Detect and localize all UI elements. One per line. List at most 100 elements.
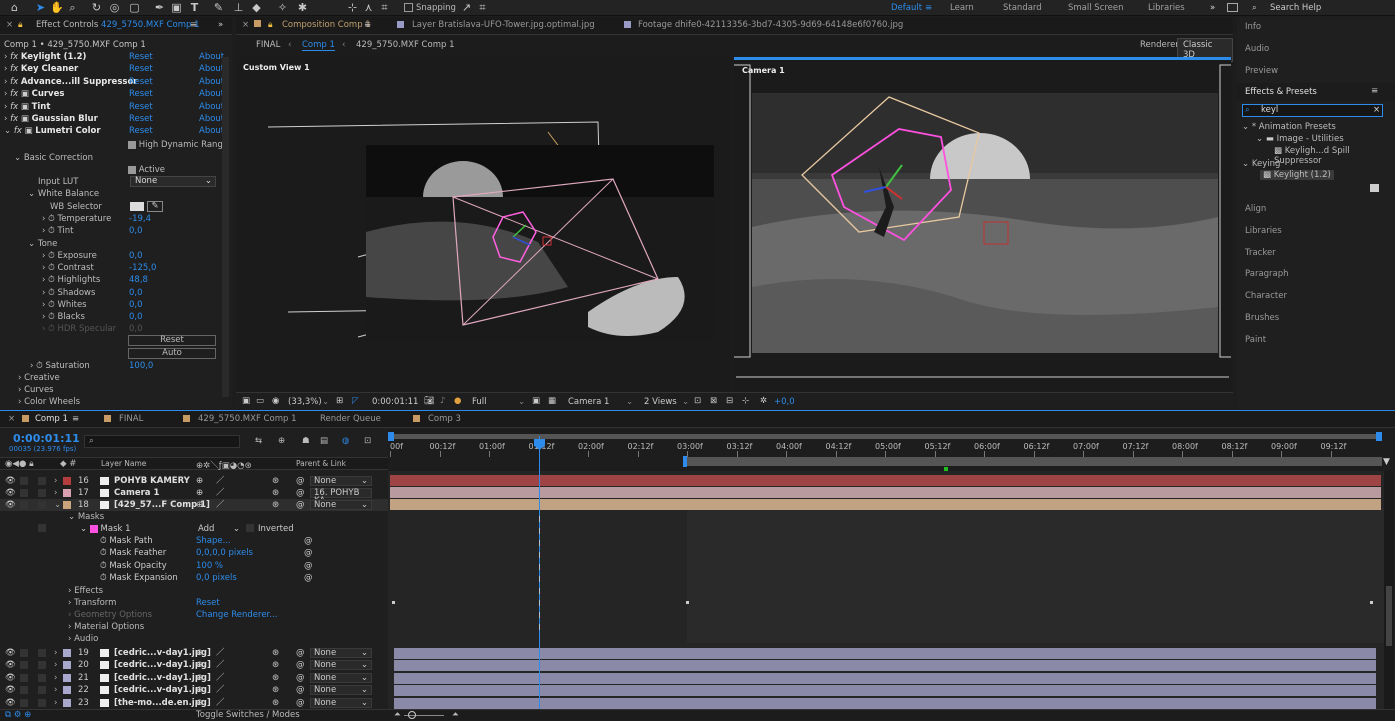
panel-character[interactable]: Character — [1245, 291, 1287, 301]
property-value[interactable]: 48,8 — [129, 274, 232, 286]
frame-blending-icon[interactable]: ▤ — [320, 436, 328, 446]
tree-animation-presets[interactable]: ⌄ * Animation Presets — [1242, 122, 1336, 132]
pickwhip-icon[interactable]: @ — [296, 684, 305, 696]
fast-previews-icon[interactable]: ⊠ — [710, 396, 717, 406]
eye-icon[interactable]: 👁︎ — [5, 475, 16, 487]
panel-paragraph[interactable]: Paragraph — [1245, 269, 1289, 279]
shy-switch-icon[interactable]: ⊕ — [196, 659, 203, 671]
audio-group[interactable]: › Audio — [68, 633, 456, 645]
effect-controls-tab[interactable]: Effect Controls 429_5750.MXF Comp 1 — [36, 20, 200, 30]
stopwatch-icon[interactable]: ⏱ — [48, 312, 55, 322]
stopwatch-icon[interactable]: ⏱ — [48, 324, 55, 334]
3d-layer-icon[interactable]: ⊛ — [272, 647, 279, 659]
puppet-tool-icon[interactable]: ✱ — [296, 1, 309, 14]
type-tool-icon[interactable]: T — [188, 1, 201, 14]
always-preview-icon[interactable]: ▣ — [242, 396, 250, 406]
expand-arrow-icon[interactable]: › — [54, 697, 57, 709]
lock-switch[interactable] — [38, 489, 46, 498]
new-folder-icon[interactable] — [1370, 184, 1379, 192]
shy-switch-icon[interactable]: ⊕ — [196, 647, 203, 659]
close-tab-icon[interactable]: × — [242, 20, 249, 30]
pickwhip-icon[interactable]: @ — [296, 487, 305, 499]
zoom-tool-icon[interactable]: ⌕ — [66, 1, 79, 14]
3d-layer-icon[interactable]: ⊛ — [272, 499, 279, 511]
fx-icon[interactable]: fx — [10, 114, 18, 124]
label-color[interactable] — [63, 501, 71, 510]
eye-icon[interactable]: 👁︎ — [5, 487, 16, 499]
workspace-learn[interactable]: Learn — [950, 0, 974, 16]
in-out-range[interactable] — [685, 457, 1382, 466]
change-renderer-link[interactable]: Change Renderer... — [196, 609, 277, 621]
pickwhip-icon[interactable]: @ — [304, 560, 313, 572]
eye-icon[interactable]: 👁︎ — [5, 499, 16, 511]
view-axis-icon[interactable]: ⌗ — [378, 1, 391, 14]
expand-arrow-icon[interactable]: › — [4, 64, 7, 74]
expand-arrow-icon[interactable]: › — [54, 487, 57, 499]
layer-row[interactable]: 👁︎ › 21 [cedric...v-day1.jpg] ⊕ ／ ⊛ @ No… — [0, 672, 388, 684]
layer-name-header[interactable]: Layer Name — [101, 459, 146, 468]
mask-property-row[interactable]: ⏱ Mask Path — [100, 535, 488, 547]
mask-property-row[interactable]: ⏱ Mask Opacity — [100, 560, 488, 572]
snap-edges-icon[interactable]: ↗ — [460, 1, 473, 14]
layer-row[interactable]: 👁︎ › 19 [cedric...v-day1.jpg] ⊕ ／ ⊛ @ No… — [0, 647, 388, 659]
effects-presets-title[interactable]: Effects & Presets — [1245, 87, 1317, 97]
white-balance-group[interactable]: ⌄ White Balance — [28, 188, 232, 200]
audio-switch[interactable] — [20, 489, 28, 498]
mask-property-value[interactable]: 0,0 pixels — [196, 572, 237, 584]
stopwatch-icon[interactable]: ⏱ — [100, 548, 107, 558]
eye-icon[interactable]: 👁︎ — [5, 647, 16, 659]
snap-features-icon[interactable]: ⌗ — [476, 1, 489, 14]
parent-select[interactable]: None ⌄ — [310, 697, 372, 708]
3d-layer-icon[interactable]: ⊛ — [272, 684, 279, 696]
world-axis-icon[interactable]: ⋏ — [362, 1, 375, 14]
audio-switch[interactable] — [20, 477, 28, 485]
property-value[interactable]: 0,0 — [129, 225, 232, 237]
expand-arrow-icon[interactable]: › — [54, 475, 57, 487]
effects-group[interactable]: › Effects — [68, 585, 456, 597]
reset-button[interactable]: Reset — [128, 335, 216, 346]
selection-tool-icon[interactable]: ➤ — [34, 1, 47, 14]
time-zoom-handle[interactable] — [408, 711, 416, 719]
stopwatch-icon[interactable]: ⏱ — [48, 275, 55, 285]
shy-switch-icon[interactable]: ⊕ — [196, 672, 203, 684]
grid-icon[interactable]: ⊞ — [336, 396, 343, 406]
color-channel-icon[interactable]: ● — [454, 396, 461, 406]
property-value[interactable]: -19,4 — [129, 213, 232, 225]
eye-icon[interactable]: 👁︎ — [5, 697, 16, 709]
mask-property-value[interactable]: 0,0,0,0 pixels — [196, 547, 253, 559]
fx-icon[interactable]: fx — [10, 64, 18, 74]
layer-row[interactable]: 👁︎ › 17 Camera 1 ⊕ ／ ⊛ @ 16. POHYB KA⌄ — [0, 487, 388, 505]
clear-search-icon[interactable]: × — [1373, 105, 1380, 116]
vr-icon[interactable]: ◉ — [272, 396, 279, 406]
timeline-scrollbar[interactable] — [1384, 471, 1394, 709]
workspace-menu-icon[interactable]: ≡ — [925, 0, 932, 16]
stopwatch-icon[interactable]: ⏱ — [100, 573, 107, 583]
3d-layer-icon[interactable]: ⊛ — [272, 487, 279, 499]
parent-select[interactable]: None ⌄ — [310, 660, 372, 671]
stopwatch-icon[interactable]: ⏱ — [100, 561, 107, 571]
layer-row[interactable]: 👁︎ › 16 POHYB KAMERY ⊕ ／ ⊛ @ None ⌄ — [0, 475, 388, 487]
right-viewer[interactable]: Camera 1 — [734, 57, 1231, 392]
scrollbar[interactable] — [222, 57, 229, 397]
creative-group[interactable]: › Creative — [18, 372, 232, 384]
monitor-icon[interactable]: ▭ — [256, 396, 264, 406]
shy-icon[interactable]: ☗ — [302, 436, 310, 446]
chevron-down-icon[interactable]: ⌄ — [682, 397, 689, 407]
quality-switch-icon[interactable]: ／ — [216, 684, 225, 696]
quality-switch-icon[interactable]: ／ — [216, 697, 225, 709]
stopwatch-icon[interactable]: ⏱ — [48, 288, 55, 298]
expand-arrow-icon[interactable]: › — [4, 89, 7, 99]
mask-property-value[interactable]: 100 % — [196, 560, 223, 572]
track-bar[interactable] — [394, 660, 1376, 672]
timecode[interactable]: 0:00:01:11 — [13, 432, 80, 445]
label-color[interactable] — [63, 661, 71, 670]
home-icon[interactable]: ⌂ — [8, 1, 21, 14]
zoom-in-time-icon[interactable]: ⏶ — [452, 710, 459, 721]
label-color[interactable] — [63, 489, 71, 498]
lock-switch[interactable] — [38, 501, 46, 510]
comp-mini-flowchart-icon[interactable]: ⇆ — [255, 436, 262, 446]
parent-select[interactable]: None ⌄ — [310, 685, 372, 696]
shy-switch-icon[interactable]: ⊕ — [196, 697, 203, 709]
transparency-grid-icon[interactable]: ▦ — [548, 396, 556, 406]
panel-menu-icon[interactable]: ≡ — [1371, 86, 1378, 96]
